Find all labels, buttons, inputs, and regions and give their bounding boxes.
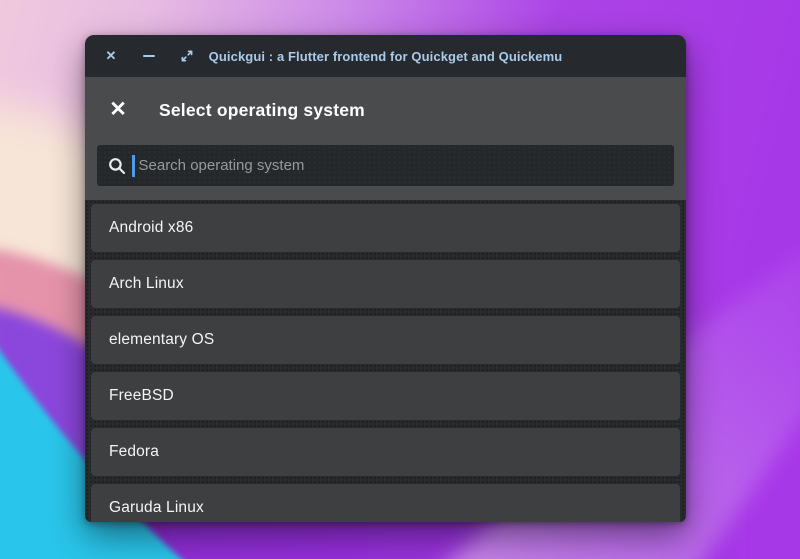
dialog-header: ✕ Select operating system (85, 77, 686, 200)
os-item-freebsd[interactable]: FreeBSD (91, 372, 680, 420)
dialog-title: Select operating system (159, 100, 365, 121)
window-titlebar: ✕ Quickgui : a Flutter frontend for Quic… (85, 35, 686, 77)
search-field[interactable] (97, 145, 674, 186)
window-minimize-button[interactable] (136, 43, 162, 69)
search-input[interactable] (137, 150, 675, 182)
window-close-button[interactable]: ✕ (98, 43, 124, 69)
os-item-android-x86[interactable]: Android x86 (91, 204, 680, 252)
window-maximize-button[interactable] (174, 43, 200, 69)
os-item-arch-linux[interactable]: Arch Linux (91, 260, 680, 308)
os-list: Android x86 Arch Linux elementary OS Fre… (85, 200, 686, 522)
dialog-close-icon[interactable]: ✕ (108, 100, 128, 120)
maximize-icon (180, 49, 194, 63)
quickgui-window: ✕ Quickgui : a Flutter frontend for Quic… (85, 35, 686, 522)
search-icon (107, 156, 127, 176)
text-caret (132, 155, 135, 177)
os-item-elementary-os[interactable]: elementary OS (91, 316, 680, 364)
dialog-title-row: ✕ Select operating system (108, 98, 663, 122)
os-item-garuda-linux[interactable]: Garuda Linux (91, 484, 680, 522)
window-controls: ✕ (85, 43, 212, 69)
minimize-icon (143, 55, 155, 58)
os-item-fedora[interactable]: Fedora (91, 428, 680, 476)
